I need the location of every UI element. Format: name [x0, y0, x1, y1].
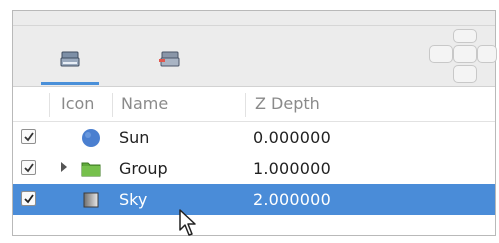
column-separator — [112, 93, 113, 117]
checkmark-icon — [24, 163, 34, 173]
column-header-name[interactable]: Name — [121, 87, 168, 121]
visibility-checkbox[interactable] — [21, 129, 36, 144]
tab-layer-properties[interactable] — [141, 41, 199, 85]
layer-name: Sun — [119, 128, 150, 147]
column-separator — [245, 93, 246, 117]
dock-grip-cell — [453, 29, 477, 43]
column-separator — [49, 93, 50, 117]
dock-grip-cell — [477, 45, 497, 63]
tab-layers[interactable] — [41, 41, 99, 85]
table-row[interactable]: Sun 0.000000 — [13, 122, 495, 153]
table-header: Icon Name Z Depth — [13, 87, 495, 122]
mouse-pointer-icon — [179, 209, 196, 236]
column-header-zdepth[interactable]: Z Depth — [255, 87, 320, 121]
gradient-icon — [83, 192, 99, 208]
checkmark-icon — [24, 194, 34, 204]
dock-grip-cell — [453, 65, 477, 83]
folder-icon — [81, 162, 101, 177]
panel-dock-grip[interactable] — [425, 29, 497, 85]
layer-properties-icon — [159, 51, 180, 67]
panel-toolbar — [13, 11, 497, 87]
visibility-checkbox[interactable] — [21, 160, 36, 175]
expand-arrow-icon[interactable] — [61, 162, 67, 172]
layer-name: Sky — [119, 190, 148, 209]
layer-name: Group — [119, 159, 168, 178]
layer-zdepth: 2.000000 — [253, 190, 331, 209]
visibility-checkbox[interactable] — [21, 191, 36, 206]
dock-grip-cell — [429, 45, 453, 63]
toolbar-divider — [13, 25, 495, 26]
layers-panel: Icon Name Z Depth Sun 0.000000 Group 1.0… — [12, 10, 497, 236]
layers-icon — [60, 51, 80, 67]
table-row-selected[interactable]: Sky 2.000000 — [13, 184, 495, 215]
checkmark-icon — [24, 132, 34, 142]
dock-grip-cell — [453, 45, 477, 63]
layer-zdepth: 0.000000 — [253, 128, 331, 147]
table-row[interactable]: Group 1.000000 — [13, 153, 495, 184]
sphere-icon — [82, 129, 100, 147]
layer-zdepth: 1.000000 — [253, 159, 331, 178]
column-header-icon[interactable]: Icon — [61, 87, 94, 121]
